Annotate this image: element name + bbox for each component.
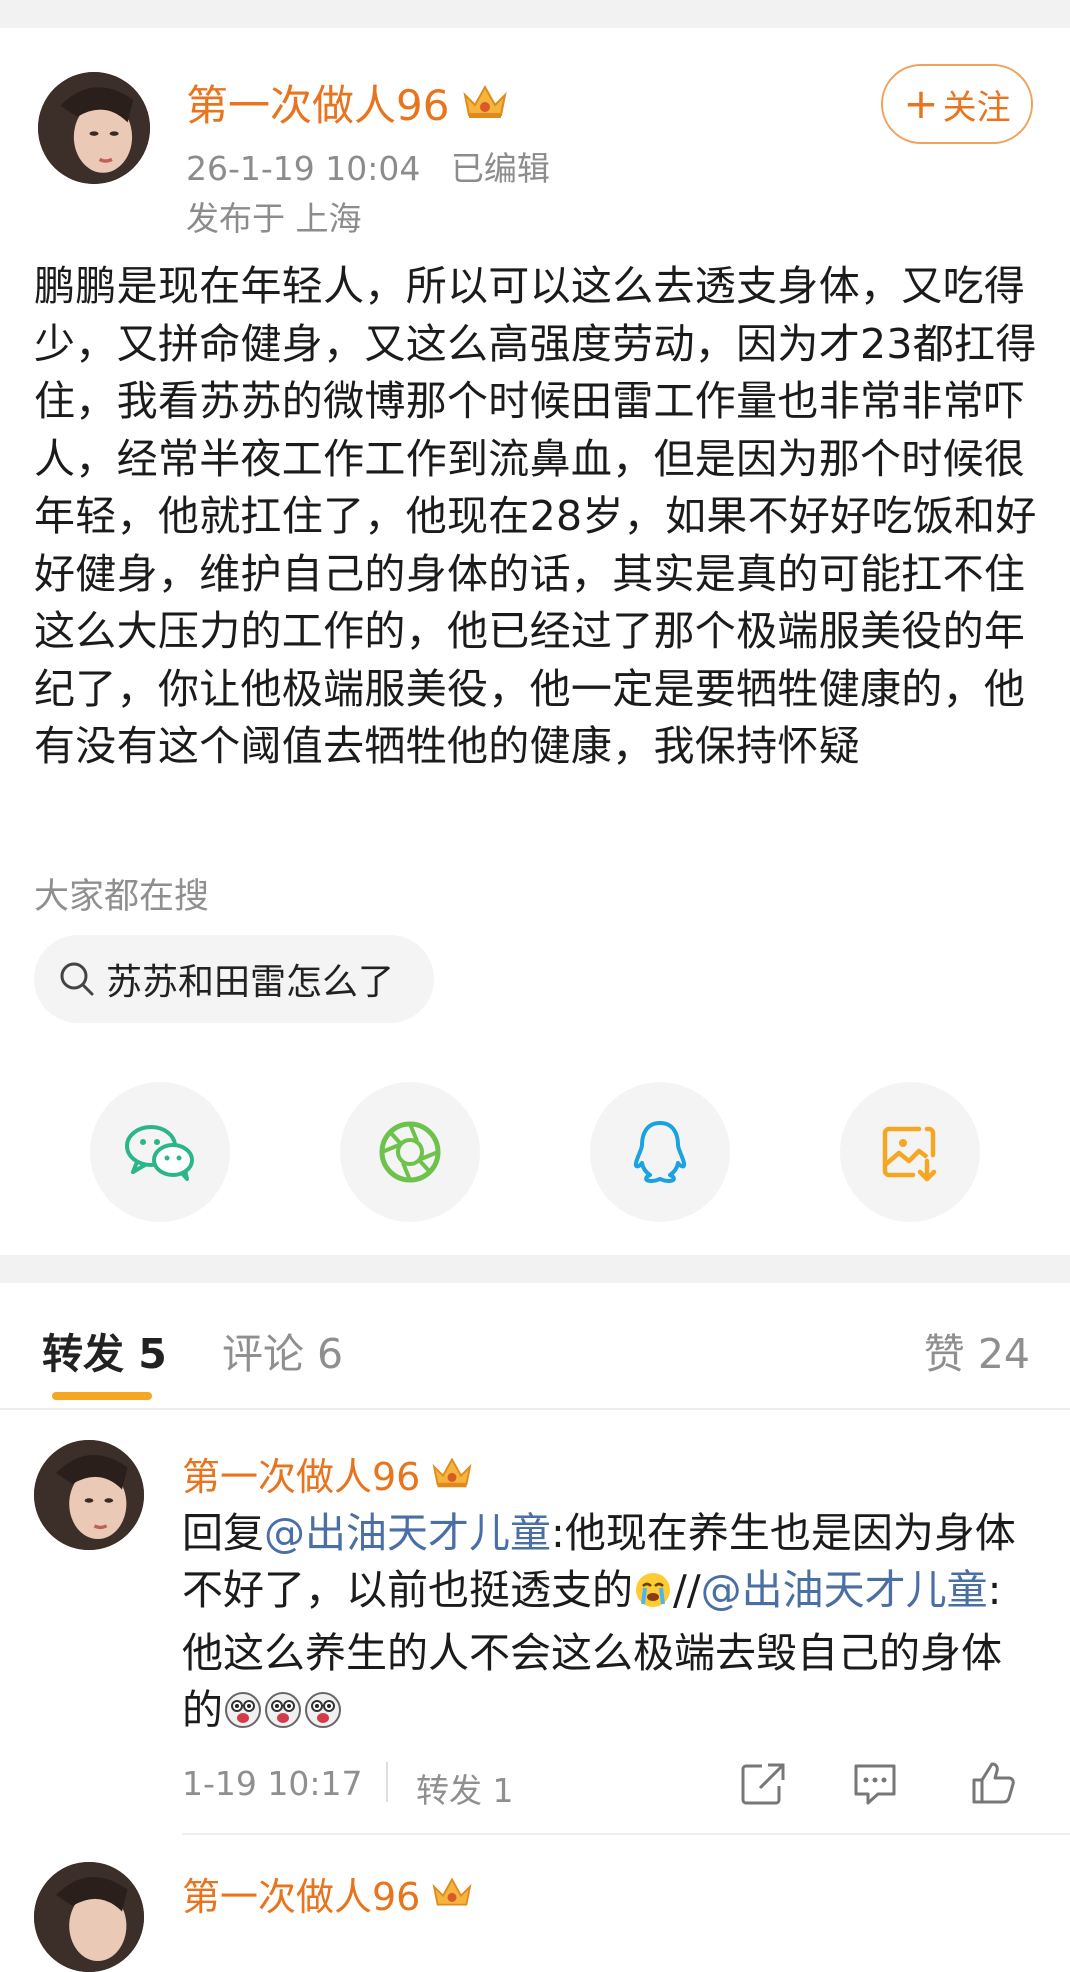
qq-icon xyxy=(633,1121,687,1183)
share-wechat-button[interactable] xyxy=(90,1082,230,1222)
comment-avatar[interactable] xyxy=(34,1862,144,1972)
mention-link[interactable]: @出油天才儿童 xyxy=(701,1566,988,1614)
section-divider xyxy=(0,1255,1070,1283)
comment-author-name[interactable]: 第一次做人96 xyxy=(182,1866,420,1921)
author-name[interactable]: 第一次做人96 xyxy=(186,72,449,133)
wechat-icon xyxy=(125,1125,194,1181)
comment-author-name[interactable]: 第一次做人96 xyxy=(182,1446,420,1501)
active-tab-indicator xyxy=(52,1392,152,1400)
comment-repost-count[interactable]: 转发 1 xyxy=(416,1764,514,1812)
share-icon[interactable] xyxy=(740,1762,786,1810)
doge-emoji-icon xyxy=(223,1688,263,1745)
like-icon[interactable] xyxy=(970,1760,1016,1810)
post-timestamp: 26-1-19 10:04 xyxy=(186,149,421,188)
meta-separator xyxy=(386,1762,388,1802)
tabs-divider xyxy=(0,1408,1070,1410)
edited-label[interactable]: 已编辑 xyxy=(451,149,550,188)
share-moments-button[interactable] xyxy=(340,1082,480,1222)
crying-emoji-icon xyxy=(633,1568,673,1625)
crown-icon xyxy=(461,81,509,125)
tab-like[interactable]: 赞 24 xyxy=(924,1320,1030,1380)
doge-emoji-icon xyxy=(303,1688,343,1745)
post-text: 鹏鹏是现在年轻人，所以可以这么去透支身体，又吃得少，又拼命健身，又这么高强度劳动… xyxy=(34,262,1037,770)
post-location: 发布于 上海 xyxy=(186,199,362,238)
tab-comment[interactable]: 评论 6 xyxy=(222,1320,343,1380)
comment-divider xyxy=(182,1833,1070,1835)
trending-search-label: 大家都在搜 xyxy=(34,877,210,917)
comment-time: 1-19 10:17 xyxy=(182,1764,363,1803)
search-chip[interactable]: 苏苏和田雷怎么了 xyxy=(34,935,434,1023)
share-qq-button[interactable] xyxy=(590,1082,730,1222)
plus-icon: + xyxy=(903,79,939,128)
search-icon xyxy=(58,960,96,998)
mention-link[interactable]: @出油天才儿童 xyxy=(264,1509,551,1557)
moments-icon xyxy=(379,1121,441,1183)
crown-icon xyxy=(430,1874,474,1914)
doge-emoji-icon xyxy=(263,1688,303,1745)
save-image-icon xyxy=(882,1126,937,1182)
comment-text: 回复@出油天才儿童:他现在养生也是因为身体不好了，以前也挺透支的//@出油天才儿… xyxy=(182,1505,1042,1745)
top-separator xyxy=(0,0,1070,28)
crown-icon xyxy=(430,1454,474,1494)
avatar[interactable] xyxy=(38,72,150,184)
comment-icon[interactable] xyxy=(852,1762,898,1810)
share-save-image-button[interactable] xyxy=(840,1082,980,1222)
comment-avatar[interactable] xyxy=(34,1440,144,1550)
follow-button[interactable]: + 关注 xyxy=(881,64,1033,144)
tab-repost[interactable]: 转发 5 xyxy=(42,1320,167,1380)
